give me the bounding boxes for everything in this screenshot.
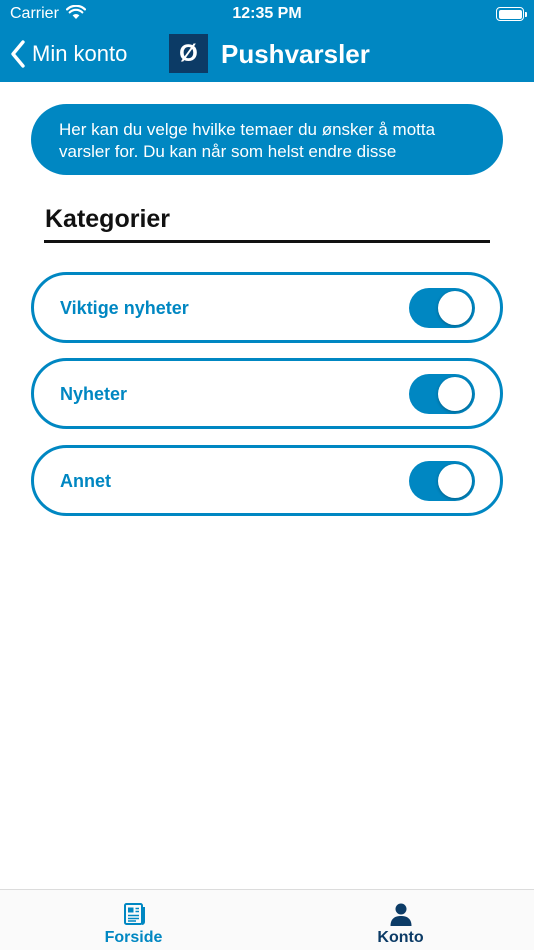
chevron-left-icon (11, 40, 25, 68)
tab-bar: Forside Konto (0, 889, 534, 950)
section-divider (44, 240, 490, 243)
category-toggle-annet[interactable] (409, 461, 475, 501)
category-toggle-nyheter[interactable] (409, 374, 475, 414)
back-button-label: Min konto (32, 41, 128, 66)
back-button[interactable]: Min konto (10, 38, 127, 70)
category-row-nyheter[interactable]: Nyheter (31, 358, 503, 429)
toggle-knob (438, 464, 472, 498)
tab-label: Forside (104, 929, 163, 946)
tab-label: Konto (377, 929, 424, 946)
tab-forside[interactable]: Forside (0, 890, 267, 950)
battery-cap (525, 12, 527, 17)
info-banner: Her kan du velge hvilke temaer du ønsker… (31, 104, 503, 175)
category-label: Annet (60, 471, 111, 491)
category-label: Viktige nyheter (60, 298, 189, 318)
category-toggle-viktige-nyheter[interactable] (409, 288, 475, 328)
navigation-bar: Carrier 12:35 PM Min konto Ø Pushvarsler (0, 0, 534, 82)
tab-konto[interactable]: Konto (267, 890, 534, 950)
category-row-viktige-nyheter[interactable]: Viktige nyheter (31, 272, 503, 343)
category-row-annet[interactable]: Annet (31, 445, 503, 516)
status-time: 12:35 PM (232, 5, 302, 22)
newspaper-icon (123, 903, 145, 925)
brand-logo: Ø (169, 34, 208, 73)
category-label: Nyheter (60, 384, 128, 404)
section-title: Kategorier (45, 205, 171, 233)
toggle-knob (438, 377, 472, 411)
person-icon (390, 903, 411, 926)
battery-icon (496, 7, 524, 21)
toggle-knob (438, 291, 472, 325)
page-title: Pushvarsler (221, 39, 370, 69)
status-bar: Carrier 12:35 PM (0, 0, 534, 28)
